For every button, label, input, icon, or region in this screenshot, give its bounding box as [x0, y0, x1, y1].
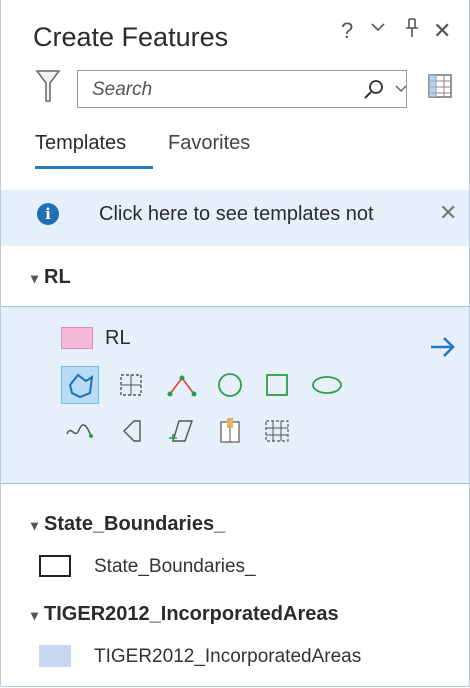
chevron-down-icon [371, 23, 385, 32]
group-header-state-boundaries[interactable]: ▾ State_Boundaries_ [31, 513, 225, 536]
rectangle-icon[interactable] [258, 366, 296, 404]
triangle-icon[interactable] [163, 412, 201, 450]
polyline-icon[interactable] [163, 366, 201, 404]
template-item-rl[interactable]: RL [105, 327, 131, 350]
ellipse-icon[interactable] [308, 366, 346, 404]
close-pane-button[interactable]: ✕ [433, 18, 451, 44]
state-boundaries-symbol-swatch [39, 555, 71, 577]
search-icon[interactable] [362, 78, 386, 107]
chevron-down-icon: ▾ [31, 270, 39, 286]
autocomplete-polygon-icon[interactable] [61, 366, 99, 404]
manage-templates-button[interactable] [426, 72, 456, 107]
table-icon[interactable] [258, 412, 296, 450]
info-bar-close-button[interactable]: ✕ [439, 200, 457, 226]
search-options-chevron-icon[interactable] [394, 79, 408, 102]
active-tab-indicator [35, 166, 153, 169]
info-bar-text[interactable]: Click here to see templates not [99, 203, 374, 226]
chevron-down-icon: ▾ [31, 517, 39, 533]
group-name: State_Boundaries_ [44, 513, 226, 535]
filter-button[interactable] [35, 68, 61, 111]
table-icon [428, 74, 452, 98]
create-features-pane: Create Features ? ✕ Search Templates Fav… [0, 0, 470, 687]
search-input[interactable]: Search [77, 70, 407, 108]
group-header-rl[interactable]: ▾ RL [31, 266, 71, 289]
info-icon: i [37, 203, 59, 225]
activate-template-button[interactable] [429, 334, 459, 365]
right-angle-icon[interactable] [112, 412, 150, 450]
group-name: TIGER2012_IncorporatedAreas [44, 603, 339, 625]
arrow-right-icon [431, 337, 455, 357]
circle-icon[interactable] [211, 366, 249, 404]
pin-icon [406, 18, 418, 37]
freehand-icon[interactable] [61, 412, 99, 450]
rl-symbol-swatch [61, 327, 93, 349]
group-header-tiger2012[interactable]: ▾ TIGER2012_IncorporatedAreas [31, 603, 339, 626]
template-item-tiger2012[interactable]: TIGER2012_IncorporatedAreas [94, 646, 361, 668]
template-item-state-boundaries[interactable]: State_Boundaries_ [94, 556, 256, 578]
tab-favorites[interactable]: Favorites [168, 132, 250, 155]
pane-title: Create Features [33, 22, 229, 52]
group-name: RL [44, 266, 71, 288]
help-button[interactable]: ? [341, 18, 353, 44]
search-placeholder: Search [92, 79, 153, 100]
tab-templates[interactable]: Templates [35, 132, 126, 155]
info-bar[interactable]: i Click here to see templates not ✕ [1, 190, 469, 246]
split-icon[interactable] [211, 412, 249, 450]
filter-icon [35, 70, 61, 102]
options-menu-button[interactable] [369, 16, 387, 42]
tiger2012-symbol-swatch [39, 645, 71, 667]
stretch-points-icon[interactable] [112, 366, 150, 404]
pin-button[interactable] [403, 16, 421, 46]
chevron-down-icon: ▾ [31, 607, 39, 623]
